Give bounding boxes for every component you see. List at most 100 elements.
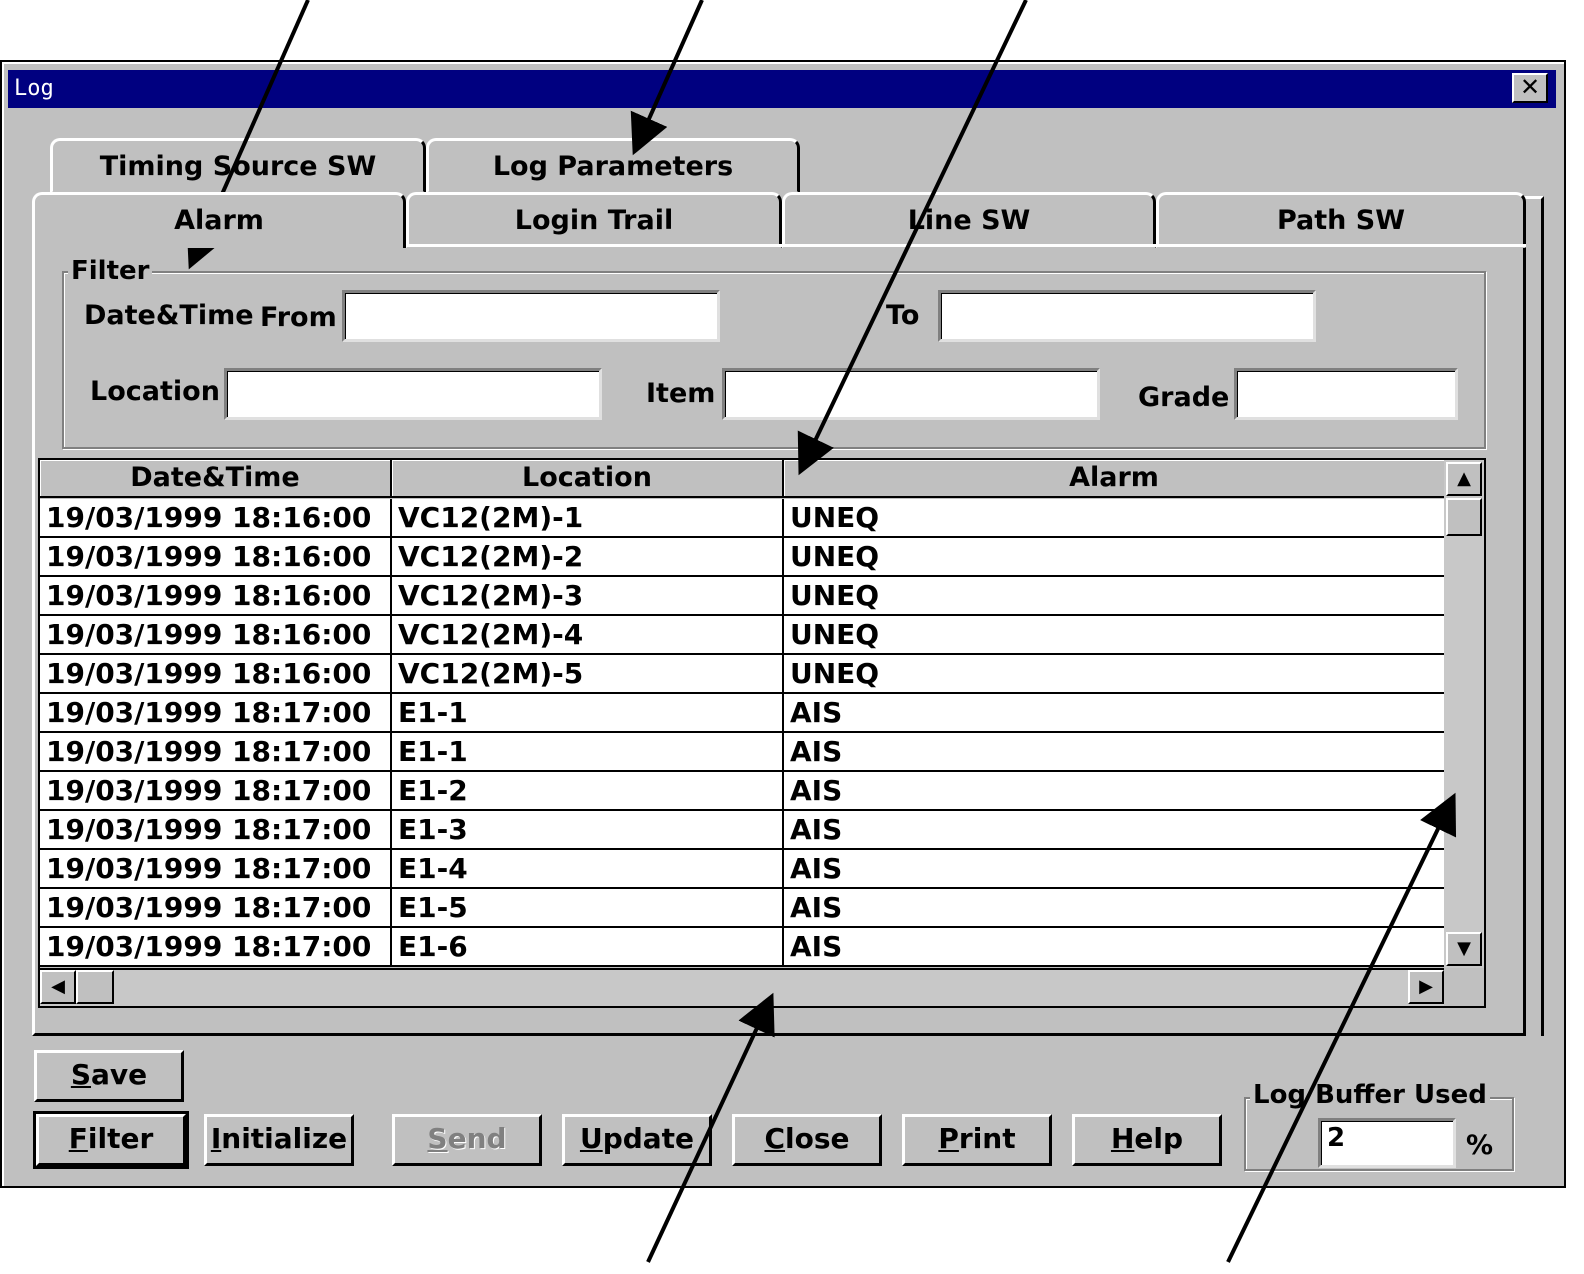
- scroll-down-button[interactable]: ▼: [1446, 932, 1482, 966]
- mnemonic: P: [938, 1122, 959, 1155]
- filter-legend: Filter: [68, 256, 153, 286]
- mnemonic: C: [764, 1122, 786, 1155]
- log-buffer-field: 2: [1318, 1118, 1456, 1168]
- tab-label: Timing Source SW: [99, 151, 377, 182]
- tab-log-parameters[interactable]: Log Parameters: [426, 138, 800, 194]
- button-label: nitialize: [221, 1122, 348, 1155]
- cell-alarm: UNEQ: [790, 618, 880, 651]
- close-icon: ✕: [1519, 73, 1541, 101]
- table-row[interactable]: 19/03/1999 18:16:00 VC12(2M)-2 UNEQ: [40, 538, 1444, 577]
- table-row[interactable]: 19/03/1999 18:17:00 E1-3 AIS: [40, 811, 1444, 850]
- cell-alarm: UNEQ: [790, 540, 880, 573]
- table-row[interactable]: 19/03/1999 18:17:00 E1-1 AIS: [40, 694, 1444, 733]
- cell-datetime: 19/03/1999 18:16:00: [40, 577, 392, 614]
- mnemonic: F: [68, 1122, 88, 1155]
- cell-location: VC12(2M)-4: [392, 616, 784, 653]
- tab-path-sw[interactable]: Path SW: [1156, 192, 1526, 248]
- arrow-right-icon: ▶: [1419, 976, 1433, 997]
- window-title: Log: [14, 76, 54, 101]
- button-label: end: [447, 1122, 507, 1155]
- cell-datetime: 19/03/1999 18:16:00: [40, 538, 392, 575]
- grade-field[interactable]: [1234, 368, 1458, 420]
- cell-datetime: 19/03/1999 18:17:00: [40, 850, 392, 887]
- cell-alarm: AIS: [790, 852, 843, 885]
- button-label: pdate: [602, 1122, 695, 1155]
- close-window-button[interactable]: ✕: [1512, 73, 1548, 103]
- column-header-datetime[interactable]: Date&Time: [40, 460, 392, 498]
- table-row[interactable]: 19/03/1999 18:17:00 E1-5 AIS: [40, 889, 1444, 928]
- print-button[interactable]: Print: [902, 1114, 1052, 1166]
- cell-datetime: 19/03/1999 18:17:00: [40, 928, 392, 965]
- arrow-down-icon: ▼: [1457, 938, 1471, 959]
- scroll-right-button[interactable]: ▶: [1408, 970, 1444, 1004]
- hscroll-thumb[interactable]: [76, 970, 114, 1004]
- to-label: To: [886, 300, 920, 331]
- cell-datetime: 19/03/1999 18:17:00: [40, 733, 392, 770]
- cell-alarm: AIS: [790, 813, 843, 846]
- item-field[interactable]: [722, 368, 1100, 420]
- tab-line-sw[interactable]: Line SW: [782, 192, 1156, 248]
- cell-alarm: UNEQ: [790, 501, 880, 534]
- mnemonic: S: [70, 1058, 92, 1091]
- from-label: From: [260, 302, 337, 333]
- mnemonic: S: [427, 1122, 448, 1155]
- cell-location: E1-1: [392, 694, 784, 731]
- scroll-left-button[interactable]: ◀: [40, 970, 76, 1004]
- scroll-thumb[interactable]: [1446, 498, 1482, 536]
- percent-label: %: [1466, 1130, 1494, 1161]
- table-row[interactable]: 19/03/1999 18:16:00 VC12(2M)-5 UNEQ: [40, 655, 1444, 694]
- tab-label: Alarm: [174, 205, 264, 236]
- cell-alarm: AIS: [790, 735, 843, 768]
- to-field[interactable]: [938, 290, 1316, 342]
- tab-label: Login Trail: [514, 205, 674, 236]
- table-row[interactable]: 19/03/1999 18:16:00 VC12(2M)-1 UNEQ: [40, 499, 1444, 538]
- from-field[interactable]: [342, 290, 720, 342]
- tab-login-trail[interactable]: Login Trail: [406, 192, 782, 248]
- mnemonic: U: [579, 1122, 603, 1155]
- cell-datetime: 19/03/1999 18:16:00: [40, 616, 392, 653]
- cell-alarm: AIS: [790, 930, 843, 963]
- cell-location: E1-3: [392, 811, 784, 848]
- table-row[interactable]: 19/03/1999 18:16:00 VC12(2M)-4 UNEQ: [40, 616, 1444, 655]
- horizontal-scrollbar[interactable]: [40, 968, 1444, 1006]
- table-row[interactable]: 19/03/1999 18:17:00 E1-1 AIS: [40, 733, 1444, 772]
- cell-datetime: 19/03/1999 18:17:00: [40, 811, 392, 848]
- log-buffer-label: Log Buffer Used: [1250, 1080, 1490, 1110]
- filter-button[interactable]: Filter: [33, 1111, 189, 1169]
- vertical-scrollbar[interactable]: [1444, 460, 1484, 968]
- cell-location: E1-6: [392, 928, 784, 965]
- grade-label: Grade: [1138, 382, 1230, 413]
- cell-alarm: AIS: [790, 774, 843, 807]
- table-row[interactable]: 19/03/1999 18:16:00 VC12(2M)-3 UNEQ: [40, 577, 1444, 616]
- column-header-alarm[interactable]: Alarm: [784, 460, 1444, 498]
- cell-location: E1-4: [392, 850, 784, 887]
- button-label: lose: [785, 1122, 850, 1155]
- table-row[interactable]: 19/03/1999 18:17:00 E1-4 AIS: [40, 850, 1444, 889]
- cell-datetime: 19/03/1999 18:16:00: [40, 499, 392, 536]
- initialize-button[interactable]: Initialize: [204, 1114, 354, 1166]
- cell-datetime: 19/03/1999 18:17:00: [40, 694, 392, 731]
- column-header-location[interactable]: Location: [392, 460, 784, 498]
- save-button[interactable]: Save: [34, 1050, 184, 1102]
- cell-alarm: AIS: [790, 696, 843, 729]
- send-button[interactable]: Send: [392, 1114, 542, 1166]
- table-row[interactable]: 19/03/1999 18:17:00 E1-6 AIS: [40, 928, 1444, 967]
- tab-label: Log Parameters: [492, 151, 734, 182]
- scroll-up-button[interactable]: ▲: [1446, 462, 1482, 496]
- cell-location: E1-2: [392, 772, 784, 809]
- tab-timing-source-sw[interactable]: Timing Source SW: [50, 138, 426, 194]
- close-button[interactable]: Close: [732, 1114, 882, 1166]
- cell-datetime: 19/03/1999 18:16:00: [40, 655, 392, 692]
- title-bar[interactable]: [8, 70, 1556, 108]
- item-label: Item: [646, 378, 716, 409]
- help-button[interactable]: Help: [1072, 1114, 1222, 1166]
- cell-alarm: UNEQ: [790, 579, 880, 612]
- tab-alarm[interactable]: Alarm: [32, 192, 406, 248]
- tab-baseline: [406, 244, 1526, 247]
- location-label: Location: [90, 376, 220, 407]
- update-button[interactable]: Update: [562, 1114, 712, 1166]
- cell-datetime: 19/03/1999 18:17:00: [40, 889, 392, 926]
- mnemonic: H: [1110, 1122, 1135, 1155]
- table-row[interactable]: 19/03/1999 18:17:00 E1-2 AIS: [40, 772, 1444, 811]
- location-field[interactable]: [224, 368, 602, 420]
